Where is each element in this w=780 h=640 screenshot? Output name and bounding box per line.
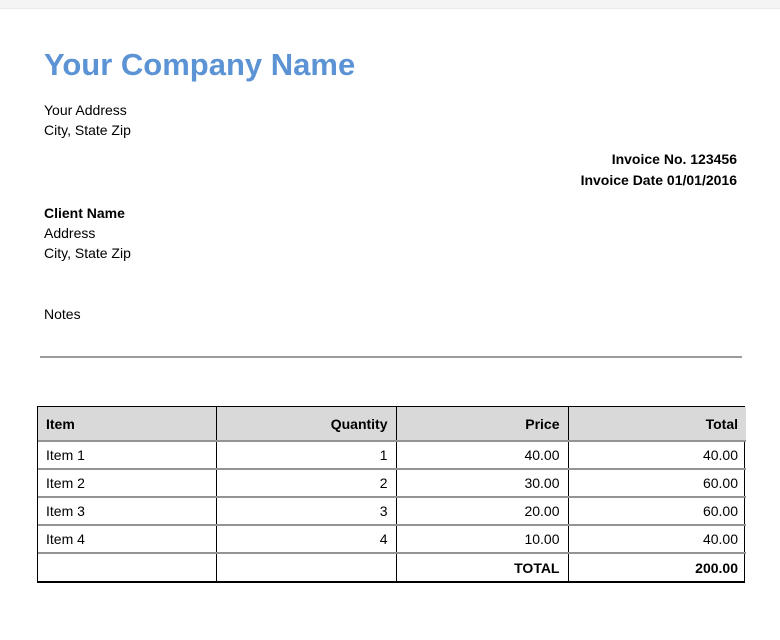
notes-label: Notes: [44, 306, 81, 322]
table-header-row: Item Quantity Price Total: [38, 407, 746, 442]
client-block: Client Name Address City, State Zip: [44, 203, 131, 263]
client-address-line2: City, State Zip: [44, 245, 131, 261]
company-address-line1: Your Address: [44, 102, 127, 118]
cell-total: 60.00: [567, 497, 746, 526]
cell-item: Item 4: [38, 525, 216, 554]
invoice-table-wrap: Item Quantity Price Total Item 1 1 40.00…: [37, 406, 746, 583]
cell-price: 30.00: [395, 469, 568, 498]
cell-total: 40.00: [567, 525, 746, 554]
client-name: Client Name: [44, 205, 125, 221]
cell-total: 40.00: [567, 441, 746, 470]
invoice-date: Invoice Date 01/01/2016: [580, 172, 737, 188]
cell-price: 40.00: [395, 441, 568, 470]
invoice-table: Item Quantity Price Total Item 1 1 40.00…: [38, 407, 746, 581]
col-header-price: Price: [395, 407, 568, 442]
cell-quantity: 4: [215, 525, 396, 554]
company-address-line2: City, State Zip: [44, 122, 131, 138]
company-address-block: Your Address City, State Zip: [44, 100, 131, 140]
cell-empty: [215, 553, 396, 581]
col-header-quantity: Quantity: [215, 407, 396, 442]
cell-empty: [38, 553, 216, 581]
cell-price: 10.00: [395, 525, 568, 554]
company-name: Your Company Name: [44, 47, 356, 82]
cell-quantity: 2: [215, 469, 396, 498]
table-row: Item 4 4 10.00 40.00: [38, 525, 746, 554]
invoice-number: Invoice No. 123456: [611, 151, 737, 167]
cell-item: Item 3: [38, 497, 216, 526]
invoice-meta-block: Invoice No. 123456 Invoice Date 01/01/20…: [581, 149, 737, 191]
cell-quantity: 3: [215, 497, 396, 526]
cell-item: Item 1: [38, 441, 216, 470]
client-address-line1: Address: [44, 225, 96, 241]
table-row: Item 2 2 30.00 60.00: [38, 469, 746, 498]
cell-quantity: 1: [215, 441, 396, 470]
total-value: 200.00: [567, 553, 746, 581]
total-label: TOTAL: [395, 553, 568, 581]
table-row: Item 1 1 40.00 40.00: [38, 441, 746, 470]
invoice-page: { "company": { "name": "Your Company Nam…: [0, 0, 780, 640]
col-header-item: Item: [38, 407, 216, 442]
cell-item: Item 2: [38, 469, 216, 498]
col-header-total: Total: [567, 407, 746, 442]
divider-line: [40, 356, 742, 358]
total-row: TOTAL 200.00: [38, 553, 746, 581]
cell-price: 20.00: [395, 497, 568, 526]
cell-total: 60.00: [567, 469, 746, 498]
table-row: Item 3 3 20.00 60.00: [38, 497, 746, 526]
page-top-strip: [0, 0, 780, 9]
